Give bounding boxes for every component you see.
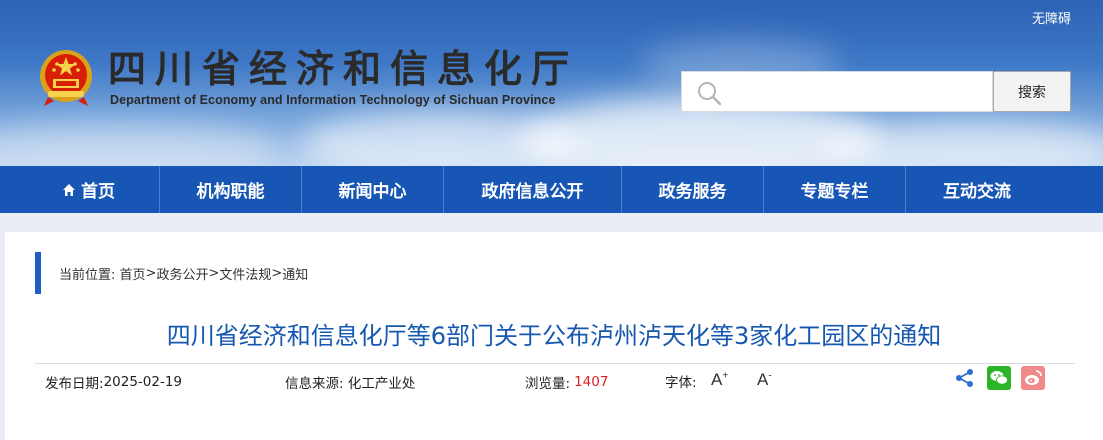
home-icon — [63, 183, 75, 196]
breadcrumb-prefix: 当前位置: — [59, 267, 116, 283]
national-emblem-icon — [40, 50, 92, 106]
wechat-icon[interactable] — [987, 366, 1011, 390]
nav-item-news[interactable]: 新闻中心 — [302, 166, 444, 213]
weibo-icon[interactable] — [1021, 366, 1045, 390]
font-decrease-glyph: A — [757, 370, 769, 389]
font-increase-button[interactable]: A+ — [711, 370, 728, 390]
share-icon[interactable] — [955, 368, 975, 388]
nav-item-label: 政府信息公开 — [481, 182, 584, 202]
search-icon — [698, 82, 722, 106]
breadcrumb-item-notices[interactable]: 通知 — [282, 264, 308, 283]
article-card: 当前位置: 首页 > 政务公开 > 文件法规 > 通知 四川省经济和信息化厅等6… — [5, 232, 1103, 440]
breadcrumb-separator: > — [271, 265, 283, 281]
info-source-label: 信息来源: — [285, 376, 344, 392]
nav-item-label: 互动交流 — [943, 182, 1011, 202]
header-banner: 无障碍 四川省经济和信息化厅 Department of Economy and… — [0, 0, 1103, 166]
nav-item-label: 机构职能 — [196, 182, 265, 202]
info-source: 信息来源: 化工产业处 — [285, 371, 415, 393]
breadcrumb-separator: > — [208, 265, 220, 281]
site-title-english: Department of Economy and Information Te… — [110, 93, 556, 107]
publish-date-value: 2025-02-19 — [103, 374, 183, 390]
nav-item-functions[interactable]: 机构职能 — [160, 166, 302, 213]
info-source-value: 化工产业处 — [347, 376, 416, 392]
font-size-label: 字体: — [665, 375, 697, 391]
breadcrumb: 当前位置: 首页 > 政务公开 > 文件法规 > 通知 — [35, 252, 308, 294]
publish-date-label: 发布日期: — [45, 376, 104, 392]
nav-item-gov-info[interactable]: 政府信息公开 — [444, 166, 622, 213]
font-decrease-sign: - — [768, 370, 772, 382]
nav-item-services[interactable]: 政务服务 — [622, 166, 764, 213]
nav-item-label: 政务服务 — [658, 182, 727, 202]
nav-item-label: 专题专栏 — [800, 182, 869, 202]
main-nav: 首页 机构职能 新闻中心 政府信息公开 政务服务 专题专栏 互动交流 — [0, 166, 1103, 213]
cloud-decoration — [0, 120, 280, 166]
nav-item-home[interactable]: 首页 — [18, 166, 160, 213]
font-decrease-button[interactable]: A- — [757, 370, 772, 390]
divider — [35, 363, 1075, 364]
search-input[interactable] — [732, 78, 982, 106]
page-title: 四川省经济和信息化厅等6部门关于公布泸州泸天化等3家化工园区的通知 — [166, 322, 942, 350]
breadcrumb-separator: > — [145, 265, 157, 281]
breadcrumb-item-gov-affairs[interactable]: 政务公开 — [156, 264, 208, 283]
search-box — [681, 71, 993, 112]
view-count: 浏览量: 1407 — [525, 371, 608, 393]
font-increase-glyph: A — [711, 370, 723, 389]
nav-item-label: 新闻中心 — [338, 182, 407, 202]
breadcrumb-item-documents[interactable]: 文件法规 — [219, 264, 271, 283]
site-title: 四川省经济和信息化厅 — [108, 47, 579, 91]
font-increase-sign: + — [722, 370, 729, 382]
nav-item-topics[interactable]: 专题专栏 — [764, 166, 906, 213]
search-button[interactable]: 搜索 — [993, 71, 1071, 112]
nav-item-label: 首页 — [81, 182, 115, 202]
breadcrumb-item-home[interactable]: 首页 — [120, 264, 146, 283]
view-count-label: 浏览量: — [525, 376, 571, 392]
view-count-value: 1407 — [574, 374, 609, 390]
accessibility-link[interactable]: 无障碍 — [1032, 8, 1071, 27]
nav-item-interaction[interactable]: 互动交流 — [906, 166, 1048, 213]
publish-date: 发布日期: 2025-02-19 — [45, 371, 182, 393]
